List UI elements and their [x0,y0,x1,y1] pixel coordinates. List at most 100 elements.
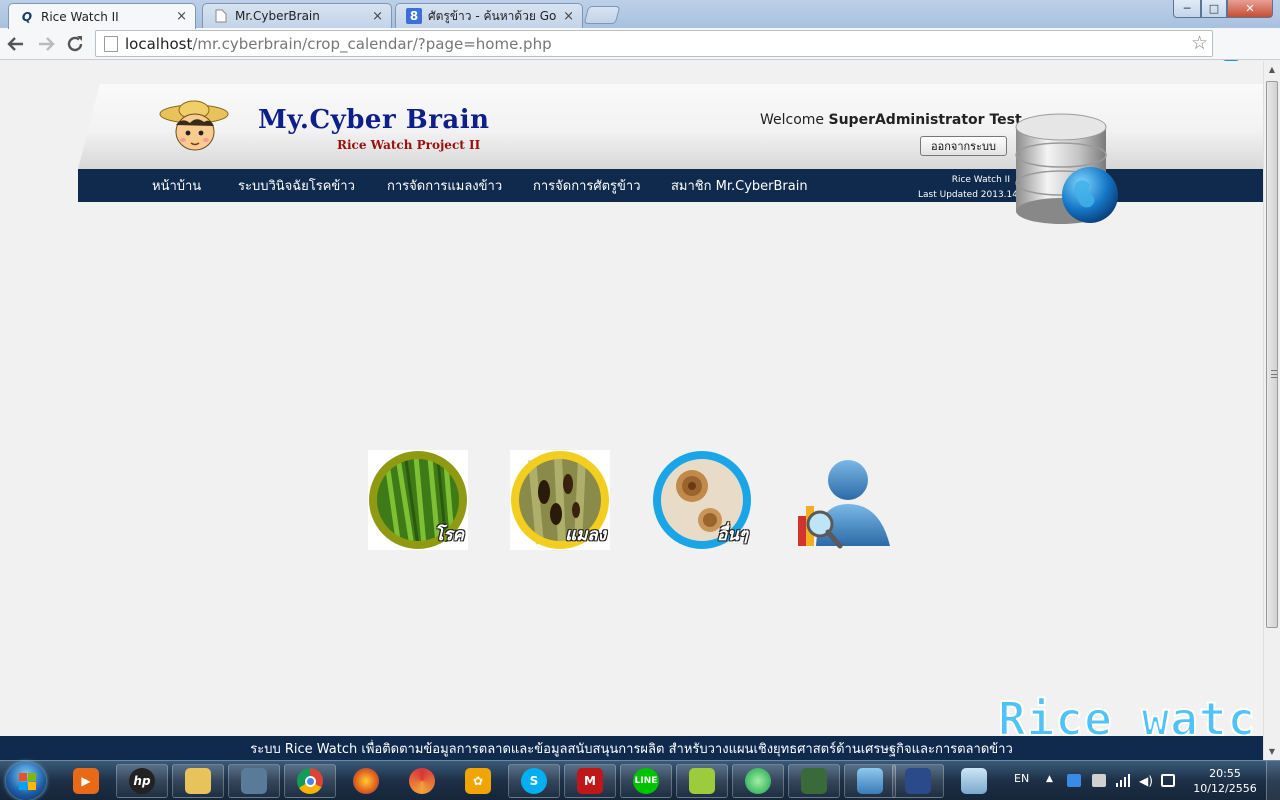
tab-close-icon[interactable]: × [176,9,187,24]
nav-insect-management[interactable]: การจัดการแมลงข้าว [387,169,502,202]
taskbar-paint[interactable]: ✿ [452,764,504,798]
taskbar-monitor[interactable] [788,764,840,798]
folder-icon [185,768,211,794]
windows-taskbar: ▶ hp ✿ S M LINE EN ▲ ◀) 20:55 10/12/2556 [0,760,1280,800]
footer-text: ระบบ Rice Watch เพื่อติดตามข้อมูลการตลาด… [250,741,1013,757]
sync-icon [745,768,771,794]
tab-close-icon[interactable]: × [372,9,383,24]
forward-arrow-icon[interactable] [34,32,58,56]
close-window-button[interactable]: ✕ [1227,0,1273,18]
taskbar-chrome[interactable] [284,764,336,798]
skype-icon: S [521,768,547,794]
google-favicon-icon: 8 [406,8,422,24]
reload-icon[interactable] [63,32,87,56]
tab-close-icon[interactable]: × [563,9,574,24]
start-button[interactable] [6,762,46,800]
other-tile[interactable]: อื่นๆ [652,450,752,550]
version-info: Rice Watch II Last Updated 2013.14.9 [918,173,1027,203]
clock-date: 10/12/2556 [1193,782,1257,795]
tab-label: Mr.CyberBrain [235,9,320,23]
taskbar-line[interactable]: LINE [620,764,672,798]
minimize-button[interactable]: ─ [1173,0,1201,18]
spinner-icon [409,768,435,794]
notepad-icon [689,768,715,794]
volume-icon[interactable]: ◀) [1139,774,1153,788]
taskbar-media-player[interactable]: ▶ [60,764,112,798]
tab-google-search[interactable]: 8 ศัตรูข้าว - ค้นหาด้วย Google × [395,3,583,28]
nav-home[interactable]: หน้าบ้าน [152,169,201,202]
nav-members[interactable]: สมาชิก Mr.CyberBrain [671,169,808,202]
site-title: My.Cyber Brain [258,105,490,135]
hp-icon: hp [129,768,155,794]
show-hidden-icons-icon[interactable]: ▲ [1046,774,1060,787]
monitor-icon [801,768,827,794]
media-player-icon: ▶ [73,768,99,794]
insect-tile[interactable]: แมลง [510,450,610,550]
tile-label: อื่นๆ [717,525,748,545]
editor-icon [905,768,931,794]
firefox-icon [353,768,379,794]
language-indicator[interactable]: EN [1014,772,1029,785]
user-name: SuperAdministrator Test [828,112,1022,128]
taskbar-notepadpp[interactable] [676,764,728,798]
version-label: Rice Watch II [951,175,1010,185]
paint-icon: ✿ [465,768,491,794]
taskbar-mcafee[interactable]: M [564,764,616,798]
taskbar-loader[interactable] [396,764,448,798]
nav-disease-diagnosis[interactable]: ระบบวินิจฉัยโรคข้าว [238,169,355,202]
taskbar-skype[interactable]: S [508,764,560,798]
photo-viewer-icon [857,768,883,794]
scroll-down-arrow-icon[interactable]: ▼ [1264,743,1280,760]
scrollbar-thumb[interactable] [1266,81,1278,628]
signal-icon[interactable] [1116,774,1130,787]
mcafee-icon: M [577,768,603,794]
taskbar-tablet[interactable] [948,764,1000,798]
welcome-text: Welcome SuperAdministrator Test [760,112,1022,128]
taskbar-network[interactable] [228,764,280,798]
tab-rice-watch[interactable]: Q Rice Watch II × [8,3,196,29]
taskbar-firefox[interactable] [340,764,392,798]
power-icon[interactable] [1161,774,1175,787]
vertical-scrollbar[interactable]: ▲ ▼ [1263,61,1280,760]
url-text: localhost/mr.cyberbrain/crop_calendar/?p… [125,34,552,53]
tab-label: Rice Watch II [41,9,119,24]
mail-icon[interactable] [1067,774,1081,787]
clock-time: 20:55 [1209,767,1241,780]
address-bar[interactable]: localhost/mr.cyberbrain/crop_calendar/?p… [95,30,1213,57]
user-search-icon [798,460,890,549]
nav-pest-management[interactable]: การจัดการศัตรูข้าว [533,169,641,202]
database-globe-icon [1015,113,1118,224]
member-tile[interactable] [794,450,894,550]
last-updated: Last Updated 2013.14.9 [918,190,1027,200]
rice-watch-favicon-icon: Q [21,9,33,24]
taskbar-editor[interactable] [892,764,944,798]
system-clock[interactable]: 20:55 10/12/2556 [1192,766,1258,796]
taskbar-explorer[interactable] [172,764,224,798]
browser-toolbar: localhost/mr.cyberbrain/crop_calendar/?p… [0,28,1280,82]
site-subtitle: Rice Watch Project II [337,138,481,152]
tile-label: แมลง [565,525,606,545]
maximize-button[interactable]: □ [1201,0,1227,18]
tab-label: ศัตรูข้าว - ค้นหาด้วย Google [428,8,557,23]
bookmark-star-icon[interactable]: ☆ [1191,32,1208,54]
taskbar-hp[interactable]: hp [116,764,168,798]
taskbar-photos[interactable] [844,764,896,798]
show-desktop-button[interactable] [1266,761,1280,800]
tab-mr-cyberbrain[interactable]: Mr.CyberBrain × [202,3,392,28]
page-viewport: My.Cyber Brain Rice Watch Project II Wel… [0,61,1263,760]
page-icon [104,35,118,52]
flag-alert-icon[interactable] [1092,774,1106,787]
chrome-icon [297,768,323,794]
browser-titlebar: Q Rice Watch II × Mr.CyberBrain × 8 ศัตร… [0,0,1280,29]
disease-tile[interactable]: โรค [368,450,468,550]
scroll-up-arrow-icon[interactable]: ▲ [1264,61,1280,78]
tablet-icon [961,768,987,794]
footer-bar: ระบบ Rice Watch เพื่อติดตามข้อมูลการตลาด… [0,736,1263,760]
new-tab-button[interactable] [583,6,621,24]
line-icon: LINE [633,768,659,794]
tile-label: โรค [434,525,464,545]
network-icon [241,768,267,794]
logout-button[interactable]: ออกจากระบบ [920,136,1007,156]
back-arrow-icon[interactable] [4,32,28,56]
taskbar-sync[interactable] [732,764,784,798]
